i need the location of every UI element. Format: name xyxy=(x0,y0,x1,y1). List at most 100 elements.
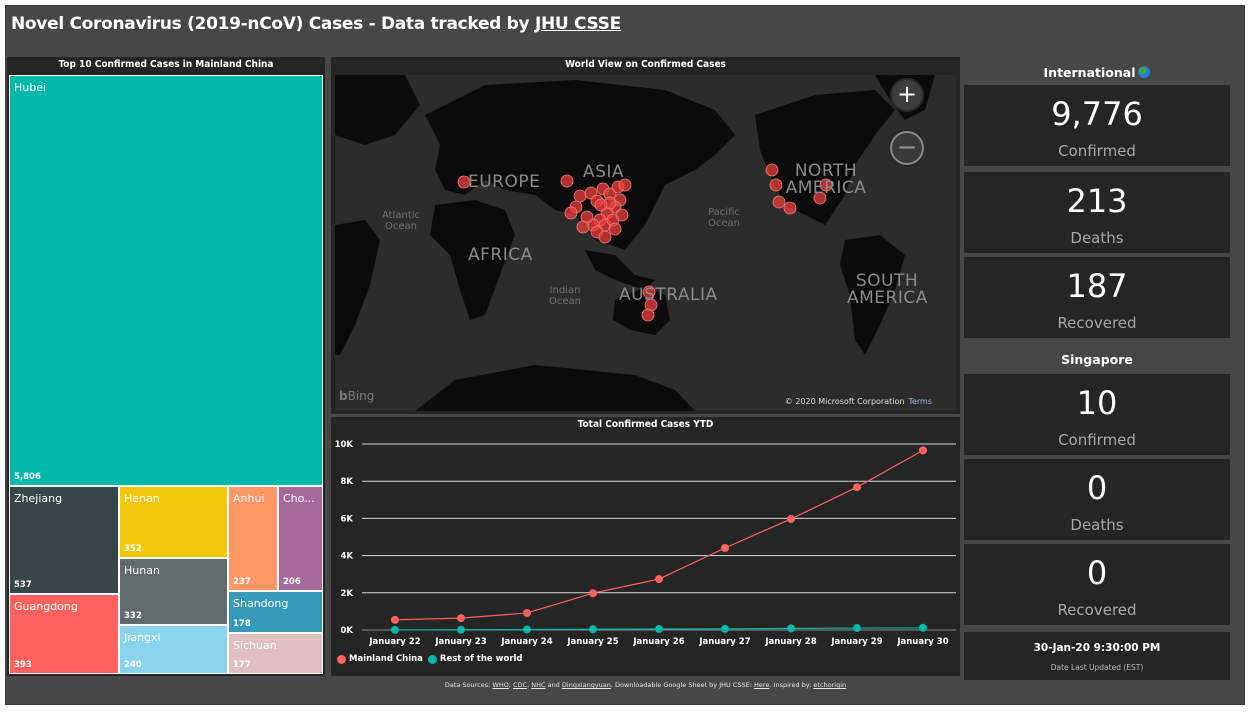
singapore-deaths-value: 0 xyxy=(1086,469,1108,507)
x-tick-label: January 26 xyxy=(632,637,684,647)
case-marker[interactable] xyxy=(641,308,655,322)
tile-value: 537 xyxy=(14,580,32,590)
last-updated-label: Date Last Updated (EST) xyxy=(1050,663,1144,672)
singapore-confirmed-value: 10 xyxy=(1076,384,1118,422)
legend-rest-of-world[interactable]: Rest of the world xyxy=(440,654,523,664)
x-tick-label: January 30 xyxy=(896,637,948,647)
data-point-mainland-china[interactable] xyxy=(391,615,399,624)
case-marker[interactable] xyxy=(594,198,608,212)
data-point-mainland-china[interactable] xyxy=(721,543,729,552)
case-marker[interactable] xyxy=(598,230,612,244)
terms-link[interactable]: Terms xyxy=(908,397,932,406)
data-point-rest-of-the-world[interactable] xyxy=(589,625,597,634)
data-point-mainland-china[interactable] xyxy=(655,575,663,584)
international-confirmed-label: Confirmed xyxy=(1058,142,1136,160)
case-marker[interactable] xyxy=(783,201,797,215)
last-updated-card: 30-Jan-20 9:30:00 PM Date Last Updated (… xyxy=(964,632,1230,680)
cdc-link[interactable]: CDC xyxy=(513,681,527,689)
case-marker[interactable] xyxy=(573,189,587,203)
data-point-rest-of-the-world[interactable] xyxy=(655,624,663,633)
legend-rest-of-world-dot xyxy=(427,654,437,664)
case-marker[interactable] xyxy=(608,222,622,236)
data-point-mainland-china[interactable] xyxy=(457,614,465,623)
tile-value: 352 xyxy=(124,544,142,554)
y-tick-label: 2K xyxy=(340,589,353,599)
data-point-mainland-china[interactable] xyxy=(787,514,795,523)
label-atlantic-ocean: Atlantic Ocean xyxy=(381,210,421,232)
international-recovered-value: 187 xyxy=(1066,267,1128,305)
land-southeast-asia xyxy=(585,250,655,290)
data-point-rest-of-the-world[interactable] xyxy=(919,623,927,632)
treemap-tile-sichuan[interactable]: Sichuan 177 xyxy=(228,633,323,674)
tile-name: Sichuan xyxy=(233,639,277,652)
case-marker[interactable] xyxy=(772,195,786,209)
data-point-mainland-china[interactable] xyxy=(589,589,597,598)
label-south-america: SOUTH AMERICA xyxy=(847,271,928,308)
line-chart-panel: Total Confirmed Cases YTD 0K 2K 4K 6K 8K 10K J… xyxy=(331,417,960,676)
data-point-rest-of-the-world[interactable] xyxy=(853,624,861,633)
tile-value: 206 xyxy=(283,577,301,587)
treemap-tile-hunan[interactable]: Hunan 332 xyxy=(119,558,228,625)
case-marker[interactable] xyxy=(564,206,578,220)
international-confirmed-value: 9,776 xyxy=(1051,95,1143,133)
dingxiangyuan-link[interactable]: Dingxiangyuan xyxy=(562,681,611,689)
singapore-heading: Singapore xyxy=(1061,352,1133,367)
map-copyright: © 2020 Microsoft Corporation Terms xyxy=(784,397,932,406)
international-recovered-card: 187 Recovered xyxy=(964,257,1230,338)
treemap-tile-chongqing[interactable]: Cho... 206 xyxy=(278,486,323,591)
page-title: Novel Coronavirus (2019-nCoV) Cases - Da… xyxy=(11,14,621,34)
tile-name: Hubei xyxy=(14,81,47,94)
data-point-rest-of-the-world[interactable] xyxy=(787,624,795,633)
chart-legend: Mainland China Rest of the world xyxy=(337,654,523,664)
treemap-tile-henan[interactable]: Henan 352 xyxy=(119,486,228,558)
international-heading: International xyxy=(963,65,1231,80)
treemap-tile-shandong[interactable]: Shandong 178 xyxy=(228,591,323,633)
jhu-csse-link[interactable]: JHU CSSE xyxy=(535,14,621,34)
data-point-mainland-china[interactable] xyxy=(523,608,531,617)
international-deaths-value: 213 xyxy=(1066,182,1128,220)
y-tick-label: 10K xyxy=(335,440,354,450)
google-sheet-link[interactable]: Here xyxy=(754,681,769,689)
data-point-mainland-china[interactable] xyxy=(919,446,927,455)
zoom-out-button[interactable]: − xyxy=(890,131,924,165)
singapore-confirmed-label: Confirmed xyxy=(1058,431,1136,449)
y-tick-label: 0K xyxy=(340,626,353,636)
legend-mainland-china[interactable]: Mainland China xyxy=(349,654,423,664)
label-europe: EUROPE xyxy=(468,172,541,192)
footer-sources: Data Sources: WHO, CDC, NHC and Dingxian… xyxy=(444,681,847,689)
map-land xyxy=(335,75,935,411)
data-point-rest-of-the-world[interactable] xyxy=(457,625,465,634)
world-map[interactable]: EUROPE ASIA NORTH AMERICA AFRICA AUSTRAL… xyxy=(335,75,956,411)
singapore-deaths-card: 0 Deaths xyxy=(964,459,1230,540)
case-marker[interactable] xyxy=(576,220,590,234)
case-marker[interactable] xyxy=(615,208,629,222)
who-link[interactable]: WHO xyxy=(492,681,508,689)
tile-name: Shandong xyxy=(233,597,289,610)
label-australia: AUSTRALIA xyxy=(619,285,718,305)
y-tick-label: 4K xyxy=(340,552,353,562)
tile-name: Anhui xyxy=(233,492,265,505)
case-marker[interactable] xyxy=(765,163,779,177)
tile-value: 393 xyxy=(14,660,32,670)
international-deaths-label: Deaths xyxy=(1070,229,1124,247)
etchorigin-link[interactable]: etchorigin xyxy=(813,681,846,689)
treemap-tile-jiangxi[interactable]: Jiangxi 240 xyxy=(119,625,228,674)
x-tick-label: January 23 xyxy=(434,637,486,647)
nhc-link[interactable]: NHC xyxy=(531,681,545,689)
treemap-tile-guangdong[interactable]: Guangdong 393 xyxy=(9,594,119,674)
label-north-america: NORTH AMERICA xyxy=(785,161,867,198)
label-africa: AFRICA xyxy=(468,245,533,265)
case-marker[interactable] xyxy=(560,174,574,188)
zoom-in-button[interactable]: + xyxy=(890,78,924,112)
international-recovered-label: Recovered xyxy=(1057,314,1137,332)
data-point-rest-of-the-world[interactable] xyxy=(391,625,399,634)
singapore-recovered-card: 0 Recovered xyxy=(964,544,1230,625)
treemap-tile-anhui[interactable]: Anhui 237 xyxy=(228,486,278,591)
singapore-recovered-label: Recovered xyxy=(1057,601,1137,619)
data-point-mainland-china[interactable] xyxy=(853,483,861,492)
data-point-rest-of-the-world[interactable] xyxy=(721,624,729,633)
globe-icon xyxy=(1138,66,1151,78)
data-point-rest-of-the-world[interactable] xyxy=(523,625,531,634)
treemap-tile-zhejiang[interactable]: Zhejiang 537 xyxy=(9,486,119,594)
treemap-tile-hubei[interactable]: Hubei 5,806 xyxy=(9,75,323,486)
